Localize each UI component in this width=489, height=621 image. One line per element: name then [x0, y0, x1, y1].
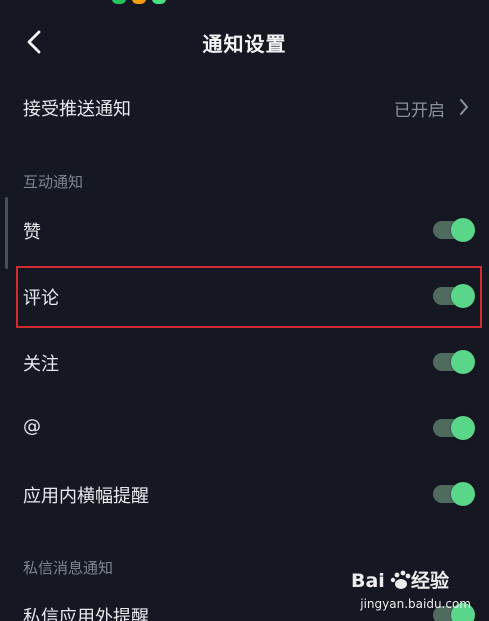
like-toggle[interactable] — [433, 218, 475, 242]
status-bar-right — [391, 0, 471, 6]
setting-label-in-app-banner: 应用内横幅提醒 — [23, 486, 149, 507]
follow-toggle[interactable] — [433, 350, 475, 374]
comment-toggle[interactable] — [433, 284, 475, 308]
push-notification-status: 已开启 — [394, 101, 445, 121]
push-notification-row[interactable]: 接受推送通知 已开启 — [0, 83, 489, 131]
setting-row-in-app-banner: 应用内横幅提醒 — [0, 470, 489, 518]
setting-label-like: 赞 — [23, 222, 41, 243]
setting-row-mention: @ — [0, 404, 489, 452]
setting-label-comment: 评论 — [23, 288, 59, 309]
section-title-direct-message: 私信消息通知 — [23, 559, 114, 577]
setting-row-like: 赞 — [0, 206, 489, 254]
push-notification-label: 接受推送通知 — [23, 99, 131, 120]
setting-row-comment: 评论 — [0, 272, 489, 320]
status-bar-icons — [112, 0, 182, 6]
setting-row-dm-outside-app: 私信应用外提醒 — [0, 591, 489, 621]
setting-label-mention: @ — [23, 416, 41, 437]
header: 通知设置 — [0, 20, 489, 64]
setting-label-dm-outside-app: 私信应用外提醒 — [23, 607, 149, 621]
setting-row-follow: 关注 — [0, 338, 489, 386]
page-title: 通知设置 — [202, 32, 287, 56]
notification-settings-screen: 通知设置 接受推送通知 已开启 互动通知 赞 评论 关注 @ 应用内横幅提醒 私… — [0, 0, 489, 621]
svg-text:Bai: Bai — [351, 570, 385, 592]
mention-toggle[interactable] — [433, 416, 475, 440]
dm-outside-app-toggle[interactable] — [433, 603, 475, 621]
chevron-right-icon — [460, 99, 468, 115]
in-app-banner-toggle[interactable] — [433, 482, 475, 506]
section-title-interaction: 互动通知 — [23, 173, 84, 191]
svg-text:经验: 经验 — [411, 569, 450, 592]
setting-label-follow: 关注 — [23, 354, 59, 375]
